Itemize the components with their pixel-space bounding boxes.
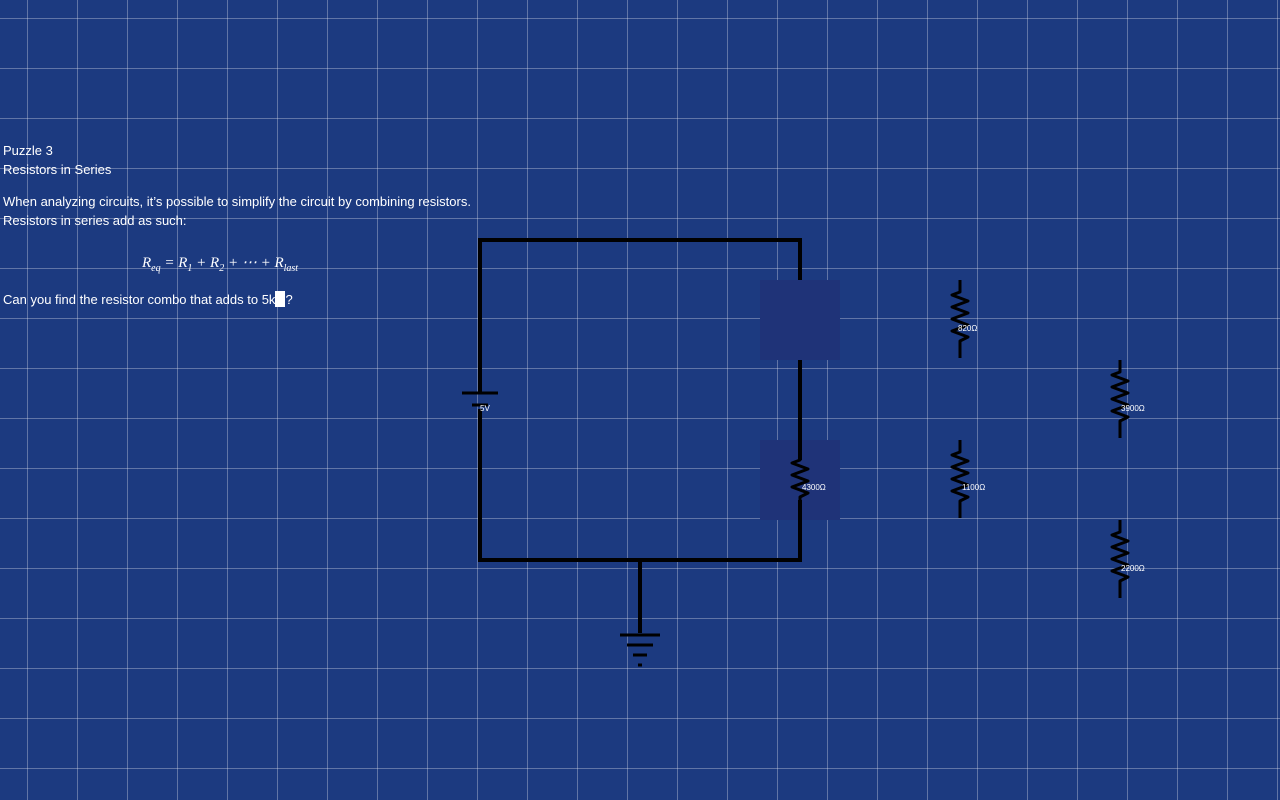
ground-icon: [620, 633, 660, 667]
resistor-option-3900[interactable]: 3900Ω: [1110, 360, 1145, 438]
resistor-option-2200[interactable]: 2200Ω: [1110, 520, 1145, 598]
resistor-label: 3900Ω: [1121, 404, 1145, 413]
circuit-canvas: 5V 4300Ω 820Ω 1100Ω 3900Ω 2200Ω: [462, 238, 1145, 667]
resistor-label: 2200Ω: [1121, 564, 1145, 573]
resistor-icon: [1110, 520, 1130, 598]
resistor-icon: [950, 280, 970, 358]
resistor-icon: [790, 448, 810, 512]
resistor-label: 4300Ω: [802, 483, 826, 492]
circuit-wires: [478, 238, 802, 633]
placed-resistor[interactable]: 4300Ω: [790, 448, 826, 512]
resistor-icon: [950, 440, 970, 518]
resistor-icon: [1110, 360, 1130, 438]
resistor-label: 820Ω: [958, 324, 977, 333]
resistor-label: 1100Ω: [962, 483, 985, 492]
battery-label: 5V: [480, 404, 490, 413]
resistor-option-1100[interactable]: 1100Ω: [950, 440, 985, 518]
resistor-option-820[interactable]: 820Ω: [950, 280, 977, 358]
